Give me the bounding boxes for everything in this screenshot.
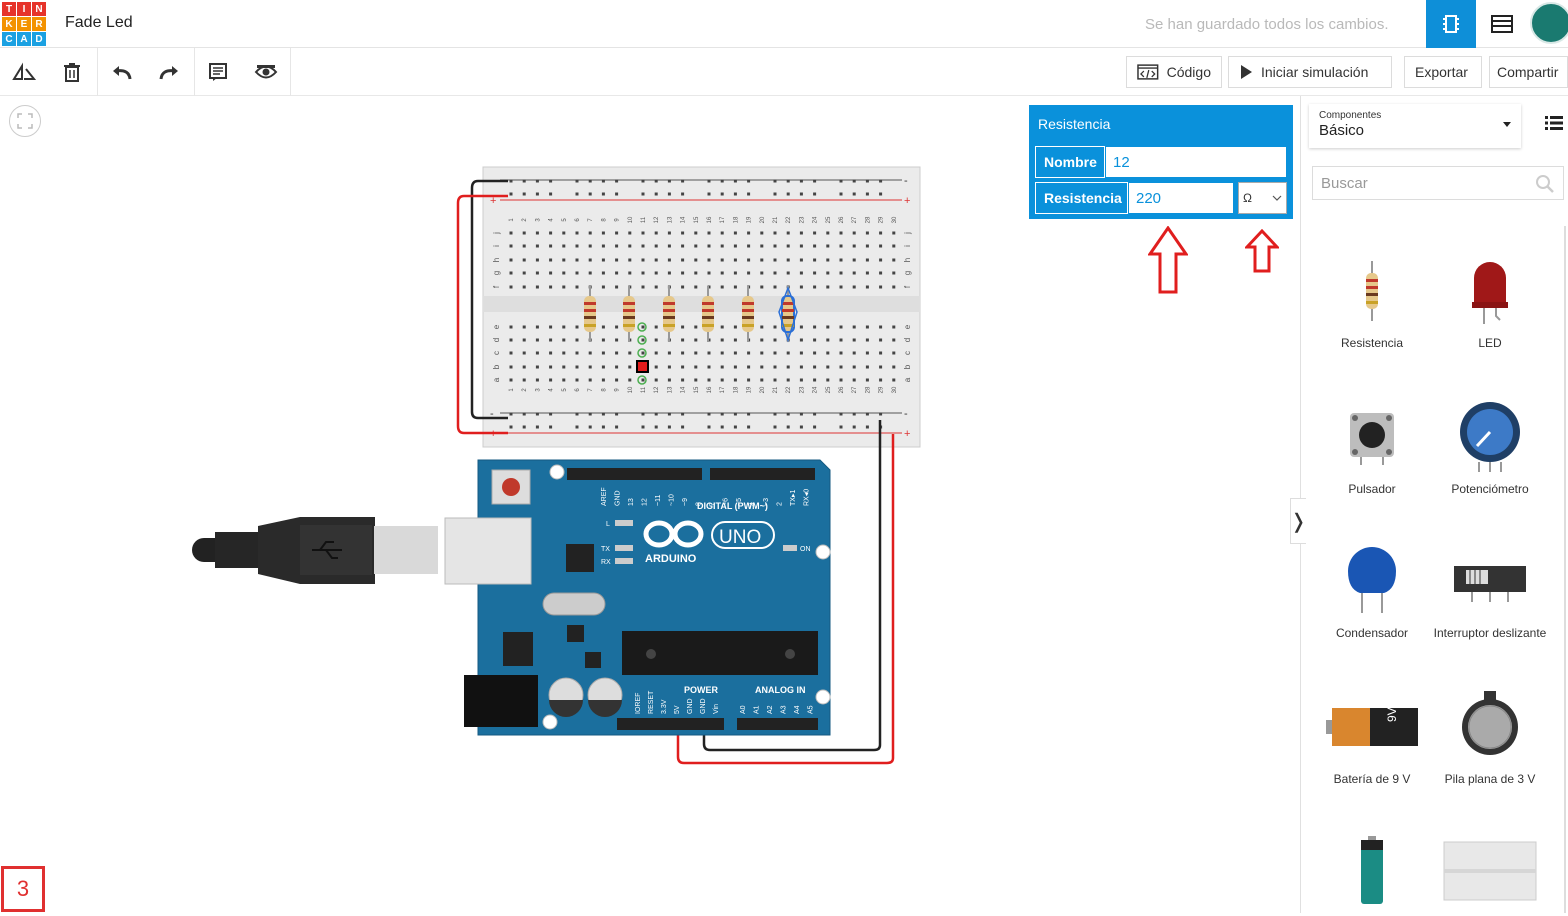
top-bar: TIN KER CAD Fade Led Se han guardado todos…	[0, 0, 1568, 48]
component-led[interactable]: LED	[1431, 246, 1549, 350]
collapse-sidebar-toggle[interactable]: ❭	[1290, 498, 1307, 544]
slide-switch-icon	[1454, 566, 1526, 602]
component-label: Interruptor deslizante	[1433, 626, 1547, 640]
notes-icon[interactable]	[206, 60, 230, 84]
code-label: Código	[1166, 64, 1211, 80]
unit-value: Ω	[1243, 191, 1252, 205]
battery-label: 9V	[1385, 707, 1399, 722]
components-sidebar: Componentes Básico Buscar Resistencia LE…	[1300, 96, 1568, 913]
resistor-icon	[1366, 261, 1378, 321]
name-label: Nombre	[1035, 146, 1105, 178]
table-icon	[1491, 15, 1513, 33]
component-aa-battery[interactable]	[1313, 826, 1431, 916]
aa-battery-icon	[1361, 836, 1383, 904]
share-button[interactable]: Compartir	[1489, 56, 1568, 88]
resistance-input[interactable]: 220	[1128, 182, 1234, 214]
component-list-button[interactable]	[1478, 0, 1526, 48]
resistance-label: Resistencia	[1035, 182, 1128, 214]
trash-icon[interactable]	[60, 60, 84, 84]
undo-icon[interactable]	[110, 60, 134, 84]
sidebar-scrollbar[interactable]	[1562, 226, 1568, 913]
user-avatar[interactable]	[1530, 2, 1568, 44]
led-icon	[1472, 262, 1508, 324]
logo-letter: D	[32, 32, 46, 46]
battery-9v-icon: 9V	[1326, 707, 1418, 746]
list-view-icon[interactable]	[1545, 116, 1563, 135]
component-resistor[interactable]: Resistencia	[1313, 246, 1431, 350]
start-simulation-button[interactable]: Iniciar simulación	[1228, 56, 1392, 88]
rotate-icon[interactable]	[12, 60, 36, 84]
annotation-arrow-up-icon	[1148, 226, 1188, 294]
component-capacitor[interactable]: Condensador	[1313, 536, 1431, 640]
visibility-icon[interactable]	[254, 60, 278, 84]
circuit-view-button[interactable]	[1426, 0, 1476, 48]
search-input[interactable]: Buscar	[1312, 166, 1564, 200]
name-input[interactable]: 12	[1105, 146, 1287, 178]
logo-letter: E	[17, 17, 31, 31]
simulate-label: Iniciar simulación	[1261, 64, 1369, 80]
logo-letter: I	[17, 2, 31, 16]
logo-letter: C	[2, 32, 16, 46]
component-label: LED	[1478, 336, 1502, 350]
component-potentiometer[interactable]: Potenciómetro	[1431, 392, 1549, 496]
save-status: Se han guardado todos los cambios.	[1145, 16, 1389, 33]
component-pushbutton[interactable]: Pulsador	[1313, 392, 1431, 496]
component-slide-switch[interactable]: Interruptor deslizante	[1431, 536, 1549, 640]
components-label: Componentes	[1319, 110, 1382, 121]
zoom-fit-button[interactable]	[9, 105, 41, 137]
resistance-unit-select[interactable]: Ω	[1238, 182, 1287, 214]
component-label: Pila plana de 3 V	[1444, 772, 1536, 786]
code-icon	[1137, 64, 1159, 80]
resistance-row: Resistencia 220	[1035, 182, 1235, 214]
component-label: Condensador	[1335, 626, 1409, 640]
search-icon	[1536, 175, 1554, 193]
component-label: Resistencia	[1340, 336, 1404, 350]
logo-letter: A	[17, 32, 31, 46]
components-category-select[interactable]: Componentes Básico	[1309, 104, 1521, 148]
project-title[interactable]: Fade Led	[65, 14, 133, 32]
redo-icon[interactable]	[157, 60, 181, 84]
component-label: Potenciómetro	[1451, 482, 1529, 496]
components-value: Básico	[1319, 122, 1365, 139]
component-coin-battery[interactable]: Pila plana de 3 V	[1431, 682, 1549, 786]
fit-view-icon	[17, 113, 33, 129]
logo-letter: K	[2, 17, 16, 31]
code-button[interactable]: Código	[1126, 56, 1222, 88]
chevron-right-icon: ❭	[1290, 510, 1307, 533]
logo-letter: N	[32, 2, 46, 16]
chevron-down-icon	[1272, 195, 1282, 201]
component-label: Batería de 9 V	[1333, 772, 1411, 786]
breadboard-icon	[1443, 841, 1537, 901]
coin-battery-icon	[1462, 691, 1518, 755]
caret-down-icon	[1503, 122, 1511, 127]
name-row: Nombre 12	[1035, 146, 1287, 178]
component-label: Pulsador	[1348, 482, 1396, 496]
logo-letter: T	[2, 2, 16, 16]
search-placeholder: Buscar	[1321, 175, 1368, 192]
capacitor-icon	[1348, 547, 1396, 613]
page-number-badge: 3	[1, 866, 45, 912]
export-button[interactable]: Exportar	[1404, 56, 1482, 88]
tinkercad-logo[interactable]: TIN KER CAD	[2, 2, 46, 46]
potentiometer-icon	[1460, 402, 1520, 472]
logo-letter: R	[32, 17, 46, 31]
play-icon	[1241, 65, 1252, 79]
pushbutton-icon	[1350, 413, 1394, 465]
annotation-arrow-up-icon-2	[1245, 229, 1279, 273]
component-breadboard[interactable]	[1431, 826, 1549, 916]
component-battery-9v[interactable]: 9V Batería de 9 V	[1313, 682, 1431, 786]
chip-icon	[1443, 15, 1459, 33]
toolbar: Código Iniciar simulación Exportar Compa…	[0, 48, 1568, 96]
inspector-title: Resistencia	[1038, 116, 1111, 132]
